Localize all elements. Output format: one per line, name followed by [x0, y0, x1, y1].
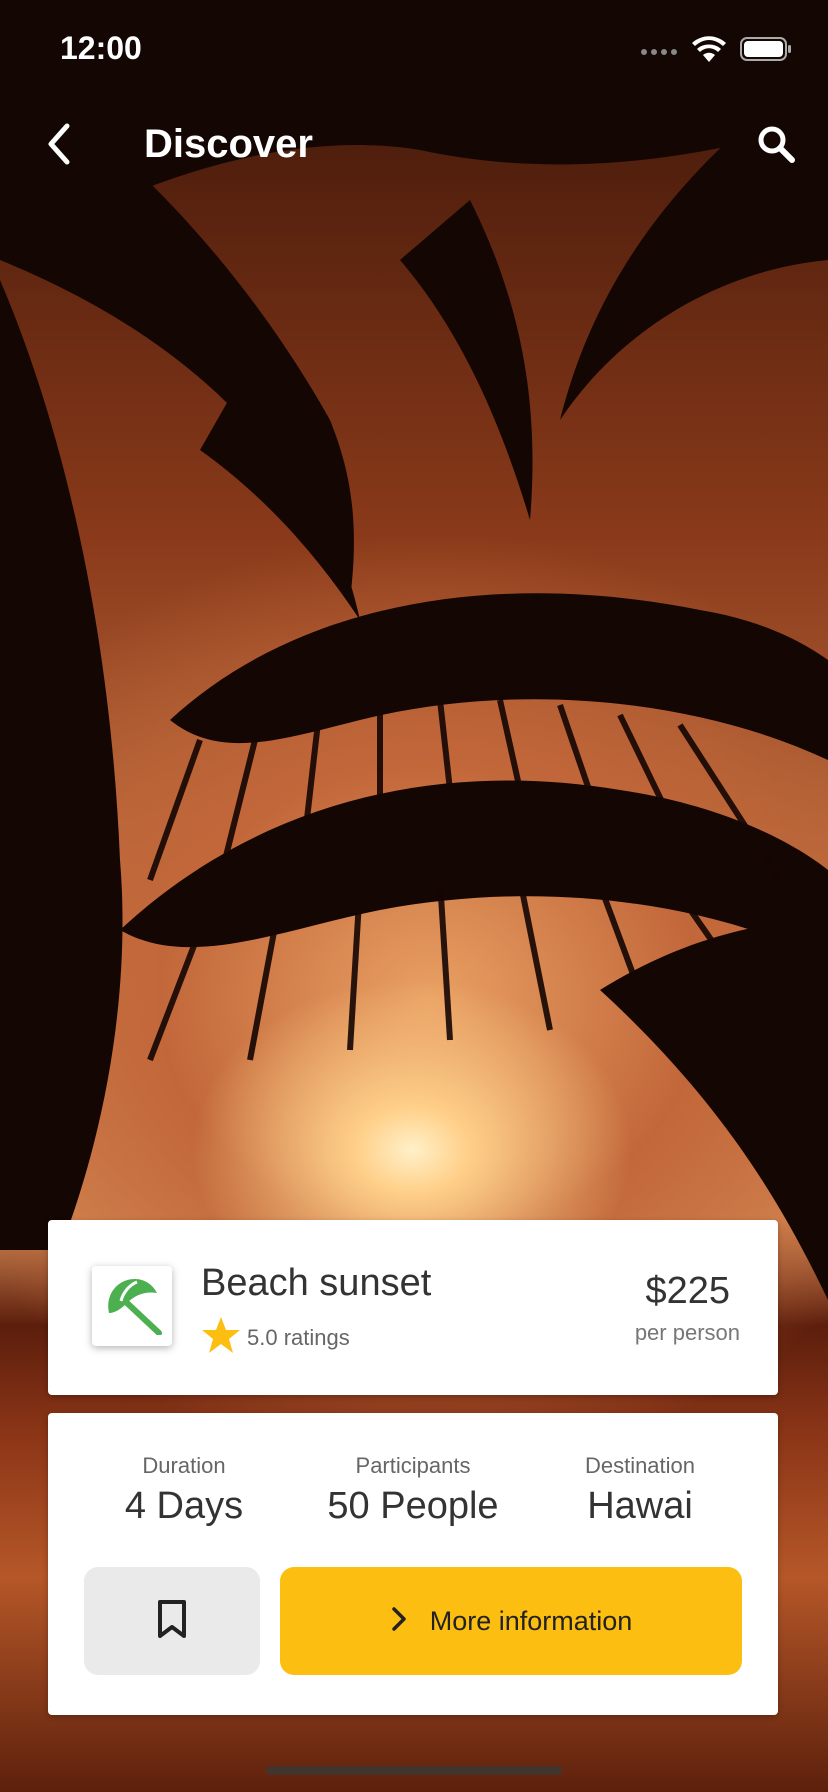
- home-indicator[interactable]: [266, 1766, 562, 1775]
- chevron-left-icon: [43, 122, 73, 171]
- search-button[interactable]: [748, 118, 804, 174]
- beach-umbrella-icon: [101, 1273, 163, 1340]
- trip-details-card: Duration 4 Days Participants 50 People D…: [48, 1413, 778, 1715]
- rating-text: 5.0 ratings: [247, 1324, 350, 1350]
- more-information-button[interactable]: More information: [280, 1567, 742, 1675]
- rating: 5.0 ratings: [201, 1316, 350, 1359]
- stat-label: Participants: [355, 1453, 471, 1478]
- wifi-icon: [692, 36, 726, 67]
- stat-duration: Duration 4 Days: [92, 1453, 276, 1528]
- more-information-label: More information: [429, 1605, 633, 1636]
- stat-destination: Destination Hawai: [548, 1453, 732, 1528]
- status-icons: [640, 36, 792, 67]
- trip-logo: [92, 1266, 172, 1346]
- page-title: Discover: [144, 122, 313, 166]
- signal-dots-icon: [640, 43, 678, 61]
- star-icon: [201, 1316, 241, 1359]
- bookmark-icon: [157, 1599, 187, 1644]
- stat-value: 50 People: [327, 1485, 499, 1527]
- price-unit: per person: [634, 1320, 740, 1345]
- bookmark-button[interactable]: [84, 1567, 260, 1675]
- back-button[interactable]: [30, 118, 86, 174]
- chevron-right-icon: [390, 1606, 408, 1637]
- stat-participants: Participants 50 People: [300, 1453, 526, 1528]
- trip-info-card: Beach sunset 5.0 ratings $225 per person: [48, 1220, 778, 1395]
- status-time: 12:00: [60, 30, 142, 66]
- stat-label: Duration: [142, 1453, 226, 1478]
- stat-label: Destination: [584, 1453, 696, 1478]
- app-bar: Discover: [0, 100, 828, 190]
- trip-title: Beach sunset: [201, 1262, 432, 1304]
- search-icon: [756, 124, 796, 169]
- stat-value: Hawai: [587, 1485, 693, 1527]
- battery-icon: [740, 36, 792, 67]
- stat-value: 4 Days: [124, 1485, 244, 1527]
- price: $225: [645, 1270, 730, 1312]
